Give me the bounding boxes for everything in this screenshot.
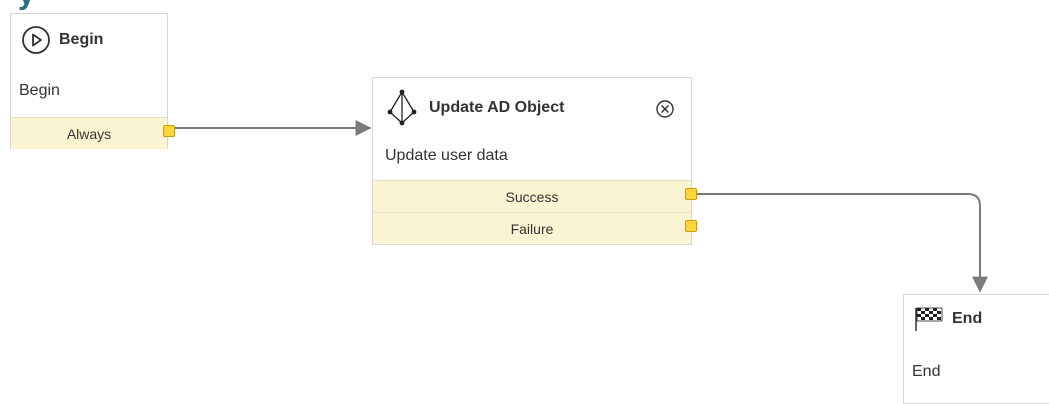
port-handle-failure[interactable] <box>685 220 697 232</box>
port-label-failure: Failure <box>510 220 554 237</box>
checkered-flag-icon <box>915 307 943 331</box>
port-label-always: Always <box>66 125 112 142</box>
ad-object-icon <box>387 89 417 126</box>
begin-node-description: Begin <box>19 82 60 99</box>
update-ad-object-title: Update AD Object <box>429 99 565 116</box>
port-handle-success[interactable] <box>685 188 697 200</box>
connector-success-to-end <box>695 193 988 293</box>
update-ad-object-node[interactable]: Update AD Object Update user data Succes… <box>372 77 697 245</box>
play-circle-icon <box>22 26 50 54</box>
update-ad-object-description: Update user data <box>385 147 508 164</box>
end-node-title: End <box>952 310 983 327</box>
update-port-failure: Failure <box>373 212 691 244</box>
port-handle-always[interactable] <box>163 125 175 137</box>
end-node[interactable]: End End <box>903 294 1049 404</box>
begin-port-always: Always <box>11 117 167 149</box>
close-circle-icon[interactable] <box>655 99 675 119</box>
begin-node-title: Begin <box>59 31 104 48</box>
begin-node[interactable]: Begin Begin Always <box>10 13 175 149</box>
end-node-description: End <box>912 363 941 380</box>
update-port-success: Success <box>373 180 691 212</box>
port-label-success: Success <box>505 188 559 205</box>
